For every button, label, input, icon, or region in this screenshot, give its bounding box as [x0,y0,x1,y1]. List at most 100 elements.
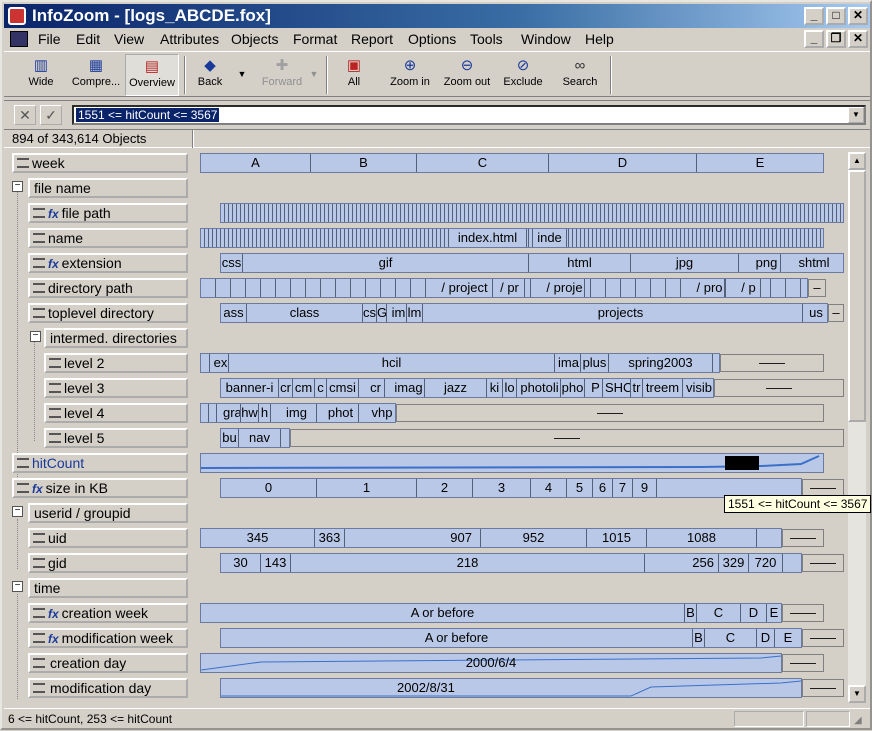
toplevel-directory-bar[interactable]: ass class cs G im lm projects us [220,303,828,323]
level3-segment[interactable]: treem [643,379,683,397]
attr-level-4[interactable]: level 4 [44,403,188,423]
level-5-bar[interactable]: bu nav [220,428,290,448]
toplevel-segment[interactable]: G [377,304,387,322]
week-segment[interactable]: A [201,154,311,172]
level3-segment[interactable]: banner-i [221,379,279,397]
level3-segment[interactable]: P [589,379,603,397]
attr-userid-groupid[interactable]: userid / groupid [28,503,188,523]
level2-segment[interactable]: spring2003 [609,354,713,372]
modification-week-bar[interactable]: A or before B C D E [220,628,802,648]
level3-segment[interactable]: photoli [519,379,561,397]
scroll-up-button[interactable]: ▲ [848,152,866,170]
level3-segment[interactable]: visib [683,379,713,397]
size-in-kb-bar[interactable]: 0 1 2 3 4 5 6 7 9 [220,478,802,498]
size-segment[interactable]: 3 [473,479,531,497]
attr-uid[interactable]: uid [28,528,188,548]
scroll-thumb[interactable] [848,170,866,422]
size-segment[interactable]: 5 [567,479,593,497]
hitcount-bar[interactable] [200,453,824,473]
overview-button[interactable]: ▤ Overview [125,54,179,96]
collapse-toggle[interactable]: − [12,581,23,592]
menu-tools[interactable]: Tools [470,31,503,47]
file-path-bar[interactable] [220,203,844,223]
forward-button[interactable]: ✚ Forward [256,54,308,96]
maximize-button[interactable]: □ [826,7,846,25]
menu-help[interactable]: Help [585,31,614,47]
toplevel-segment[interactable]: lm [407,304,423,322]
extension-segment[interactable]: png [753,254,781,272]
scroll-down-button[interactable]: ▼ [848,685,866,703]
level2-segment[interactable]: ex [213,354,229,372]
size-segment[interactable]: 0 [221,479,317,497]
uid-segment[interactable]: 345 [201,529,315,547]
apply-query-button[interactable]: ✓ [40,105,62,125]
size-segment[interactable]: 9 [633,479,657,497]
gid-segment[interactable]: 329 [719,554,749,572]
dirpath-segment[interactable]: / project [437,279,493,297]
back-button[interactable]: ◆ Back [188,54,232,96]
attr-hitcount[interactable]: hitCount [12,453,188,473]
size-segment[interactable]: 1 [317,479,417,497]
modification-week-segment[interactable]: E [775,629,801,647]
back-dropdown[interactable]: ▼ [236,54,248,96]
uid-segment[interactable]: 907 [345,529,481,547]
uid-bar[interactable]: 345 363 907 952 1015 1088 [200,528,782,548]
week-segment[interactable]: C [417,154,549,172]
toplevel-segment[interactable]: projects [439,304,803,322]
dirpath-segment[interactable]: / pro [695,279,725,297]
zoom-in-button[interactable]: ⊕ Zoom in [384,54,436,96]
name-bar[interactable]: index.html inde [200,228,824,248]
week-segment[interactable]: D [549,154,697,172]
attr-extension[interactable]: fx extension [28,253,188,273]
creation-week-bar[interactable]: A or before B C D E [200,603,782,623]
level-4-bar[interactable]: gra hw h img phot vhp [200,403,396,423]
creation-week-segment[interactable]: A or before [201,604,685,622]
attr-creation-week[interactable]: fx creation week [28,603,188,623]
attr-size-in-kb[interactable]: fx size in KB [12,478,188,498]
level4-segment[interactable]: h [259,404,271,422]
gid-segment[interactable]: 218 [291,554,645,572]
level5-segment[interactable]: bu [221,429,239,447]
level5-segment[interactable]: nav [239,429,281,447]
extension-segment[interactable]: css [221,254,243,272]
forward-dropdown[interactable]: ▼ [308,54,320,96]
menu-report[interactable]: Report [351,31,393,47]
extension-segment[interactable]: gif [243,254,529,272]
attr-modification-day[interactable]: modification day [28,678,188,698]
level4-segment[interactable]: phot [323,404,359,422]
attr-intermed-directories[interactable]: intermed. directories [44,328,188,348]
toplevel-segment[interactable]: ass [221,304,247,322]
modification-week-segment[interactable]: D [757,629,775,647]
attr-toplevel-directory[interactable]: toplevel directory [28,303,188,323]
modification-week-segment[interactable]: A or before [221,629,693,647]
close-button[interactable]: ✕ [848,7,868,25]
name-segment[interactable]: index.html [449,229,527,247]
level2-segment[interactable]: plus [581,354,609,372]
level3-segment[interactable]: lo [503,379,517,397]
dirpath-segment[interactable]: / proje [545,279,585,297]
query-input[interactable]: 1551 <= hitCount <= 3567 ▼ [72,105,866,125]
level-2-bar[interactable]: ex hcil ima plus spring2003 [200,353,720,373]
menu-objects[interactable]: Objects [231,31,278,47]
level3-segment[interactable]: cr [279,379,293,397]
attr-week[interactable]: week [12,153,188,173]
creation-week-segment[interactable]: B [685,604,697,622]
extension-segment[interactable]: shtml [785,254,843,272]
document-icon[interactable] [10,31,28,47]
uid-segment[interactable]: 363 [315,529,345,547]
creation-day-bar[interactable]: 2000/6/4 [200,653,782,673]
menu-view[interactable]: View [114,31,144,47]
toplevel-segment[interactable]: class [247,304,363,322]
doc-minimize-button[interactable]: _ [804,30,824,48]
gid-segment[interactable]: 143 [261,554,291,572]
menu-attributes[interactable]: Attributes [160,31,219,47]
level4-segment[interactable]: hw [241,404,259,422]
collapse-toggle[interactable]: − [12,506,23,517]
week-segment[interactable]: B [311,154,417,172]
doc-restore-button[interactable]: ❐ [826,30,846,48]
attr-directory-path[interactable]: directory path [28,278,188,298]
toplevel-segment[interactable]: us [805,304,827,322]
extension-bar[interactable]: css gif html jpg png shtml [220,253,844,273]
attr-file-name[interactable]: file name [28,178,188,198]
cancel-query-button[interactable]: ✕ [14,105,36,125]
